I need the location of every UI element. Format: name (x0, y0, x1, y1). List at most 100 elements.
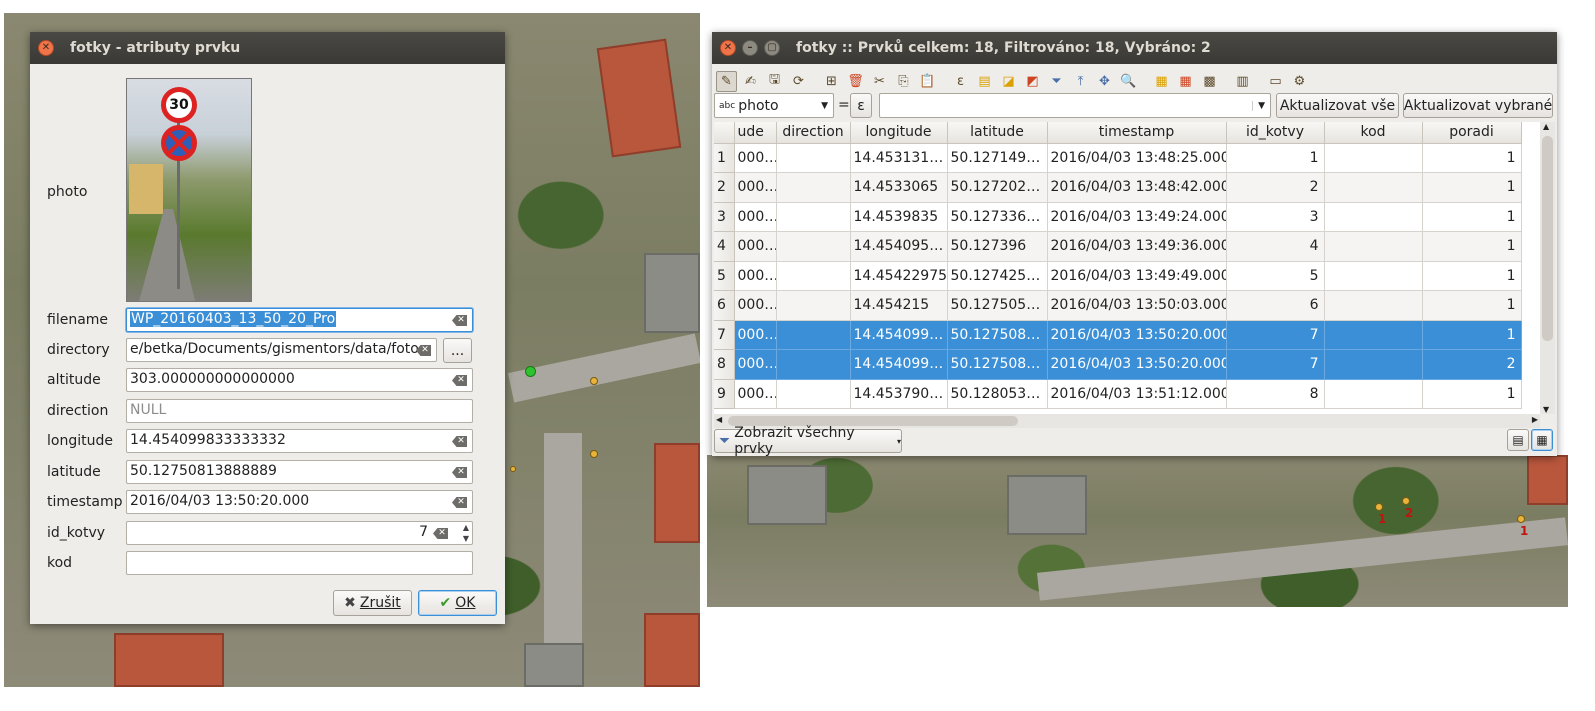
new-field-icon[interactable]: ▦ (1151, 71, 1172, 92)
multi-edit-icon[interactable]: ✍ (740, 71, 761, 92)
table-cell-poradi[interactable]: 1 (1422, 320, 1522, 350)
table-row[interactable]: 3 000… 14.4539835 50.127336… 2016/04/03 13:4… (714, 202, 1522, 232)
direction-field[interactable]: NULL (126, 399, 473, 423)
table-cell-timestamp[interactable]: 2016/04/03 13:48:25.000 (1047, 143, 1227, 173)
table-cell-direction[interactable] (776, 320, 851, 350)
scrollbar-thumb[interactable] (1542, 136, 1553, 341)
latitude-field[interactable]: 50.12750813888889 ✕ (126, 460, 473, 484)
table-row[interactable]: 9 000… 14.453790… 50.128053… 2016/04/03 13:5… (714, 379, 1522, 409)
maximize-icon[interactable]: ▢ (764, 40, 780, 56)
close-icon[interactable]: ✕ (720, 40, 736, 56)
table-cell-latitude[interactable]: 50.128053… (947, 379, 1048, 409)
reload-icon[interactable]: ⟳ (788, 71, 809, 92)
row-header[interactable]: 6 (714, 290, 735, 321)
dock-icon[interactable]: ▭ (1265, 71, 1286, 92)
table-cell-ude[interactable]: 000… (734, 172, 777, 203)
table-cell-id-kotvy[interactable]: 3 (1226, 202, 1325, 232)
clear-icon[interactable]: ✕ (452, 436, 467, 447)
column-header[interactable]: kod (1324, 122, 1423, 144)
column-header[interactable]: longitude (850, 122, 948, 144)
column-header[interactable]: timestamp (1047, 122, 1227, 144)
copy-icon[interactable]: ⎘ (893, 71, 914, 92)
table-cell-poradi[interactable]: 1 (1422, 290, 1522, 321)
table-cell-longitude[interactable]: 14.454095… (850, 231, 948, 262)
move-selection-top-icon[interactable]: ⤒ (1070, 71, 1091, 92)
table-cell-kod[interactable] (1324, 231, 1423, 262)
column-header[interactable]: direction (776, 122, 851, 144)
table-cell-timestamp[interactable]: 2016/04/03 13:49:36.000 (1047, 231, 1227, 262)
toggle-editing-icon[interactable]: ✎ (716, 70, 737, 92)
table-cell-ude[interactable]: 000… (734, 143, 777, 173)
update-all-button[interactable]: Aktualizovat vše (1276, 93, 1399, 118)
table-cell-id-kotvy[interactable]: 7 (1226, 320, 1325, 350)
table-cell-longitude[interactable]: 14.4539835 (850, 202, 948, 232)
vertical-scrollbar[interactable]: ▲ ▼ (1540, 122, 1555, 414)
id-kotvy-spinbox[interactable]: 7 ✕ ▲ ▼ (126, 521, 473, 545)
delete-feature-icon[interactable]: 🗑 (845, 71, 866, 92)
table-cell-kod[interactable] (1324, 143, 1423, 173)
table-cell-longitude[interactable]: 14.453131… (850, 143, 948, 173)
table-cell-poradi[interactable]: 1 (1422, 261, 1522, 291)
deselect-all-icon[interactable]: ◩ (1022, 71, 1043, 92)
table-cell-poradi[interactable]: 2 (1422, 349, 1522, 380)
clear-icon[interactable]: ✕ (452, 497, 467, 508)
table-cell-kod[interactable] (1324, 379, 1423, 409)
update-selected-button[interactable]: Aktualizovat vybrané (1403, 93, 1553, 118)
table-cell-poradi[interactable]: 1 (1422, 143, 1522, 173)
table-cell-timestamp[interactable]: 2016/04/03 13:49:24.000 (1047, 202, 1227, 232)
attribute-table[interactable]: ude direction longitude latitude timesta… (714, 122, 1540, 414)
table-cell-latitude[interactable]: 50.127202… (947, 172, 1048, 203)
table-cell-kod[interactable] (1324, 320, 1423, 350)
table-cell-poradi[interactable]: 1 (1422, 202, 1522, 232)
table-row[interactable]: 1 000… 14.453131… 50.127149… 2016/04/03 13:4… (714, 143, 1522, 173)
row-header[interactable]: 4 (714, 231, 735, 262)
table-cell-direction[interactable] (776, 202, 851, 232)
table-cell-id-kotvy[interactable]: 8 (1226, 379, 1325, 409)
table-row[interactable]: 5 000… 14.45422975 50.127425… 2016/04/03 13:… (714, 261, 1522, 291)
table-cell-direction[interactable] (776, 290, 851, 321)
scroll-up-icon[interactable]: ▲ (1543, 122, 1549, 131)
invert-selection-icon[interactable]: ◪ (998, 71, 1019, 92)
conditional-formatting-icon[interactable]: ▥ (1232, 71, 1253, 92)
delete-field-icon[interactable]: ▦ (1175, 71, 1196, 92)
photo-preview[interactable]: 30 (126, 78, 252, 302)
table-row[interactable]: 7 000… 14.454099… 50.127508… 2016/04/03 13:5… (714, 320, 1522, 350)
browse-directory-button[interactable]: ... (443, 338, 472, 363)
table-cell-timestamp[interactable]: 2016/04/03 13:48:42.000 (1047, 172, 1227, 203)
filter-select-icon[interactable]: ⏷ (1046, 71, 1067, 92)
table-cell-id-kotvy[interactable]: 6 (1226, 290, 1325, 321)
table-cell-ude[interactable]: 000… (734, 202, 777, 232)
spin-arrows-icon[interactable]: ▲ ▼ (463, 522, 469, 544)
scroll-right-icon[interactable]: ▶ (1532, 415, 1538, 424)
row-header[interactable]: 5 (714, 261, 735, 291)
table-row[interactable]: 2 000… 14.4533065 50.127202… 2016/04/03 13:4… (714, 172, 1522, 203)
clear-icon[interactable]: ✕ (452, 375, 467, 386)
select-all-icon[interactable]: ▤ (974, 71, 995, 92)
cut-icon[interactable]: ✂ (869, 71, 890, 92)
field-select-combo[interactable]: abc photo ▼ (714, 93, 834, 118)
table-cell-direction[interactable] (776, 172, 851, 203)
kod-field[interactable] (126, 551, 473, 575)
dialog-titlebar[interactable]: ✕ fotky - atributy prvku (30, 32, 505, 64)
table-cell-timestamp[interactable]: 2016/04/03 13:50:20.000 (1047, 349, 1227, 380)
table-cell-timestamp[interactable]: 2016/04/03 13:51:12.000 (1047, 379, 1227, 409)
column-header[interactable]: poradi (1422, 122, 1522, 144)
table-view-button[interactable]: ▦ (1531, 429, 1553, 451)
table-cell-latitude[interactable]: 50.127505… (947, 290, 1048, 321)
close-icon[interactable]: ✕ (38, 40, 54, 56)
clear-icon[interactable]: ✕ (433, 528, 448, 539)
table-cell-direction[interactable] (776, 379, 851, 409)
column-header[interactable]: ude (734, 122, 777, 144)
table-cell-kod[interactable] (1324, 172, 1423, 203)
show-all-features-button[interactable]: ⏷ Zobrazit všechny prvky ▾ (714, 425, 902, 457)
pan-to-selection-icon[interactable]: ✥ (1094, 71, 1115, 92)
table-cell-poradi[interactable]: 1 (1422, 379, 1522, 409)
table-cell-longitude[interactable]: 14.454099… (850, 320, 948, 350)
row-header[interactable]: 7 (714, 320, 735, 350)
table-cell-timestamp[interactable]: 2016/04/03 13:50:03.000 (1047, 290, 1227, 321)
table-cell-kod[interactable] (1324, 290, 1423, 321)
form-view-button[interactable]: ▤ (1507, 429, 1529, 451)
table-cell-latitude[interactable]: 50.127425… (947, 261, 1048, 291)
timestamp-field[interactable]: 2016/04/03 13:50:20.000 ✕ (126, 490, 473, 514)
table-cell-ude[interactable]: 000… (734, 231, 777, 262)
